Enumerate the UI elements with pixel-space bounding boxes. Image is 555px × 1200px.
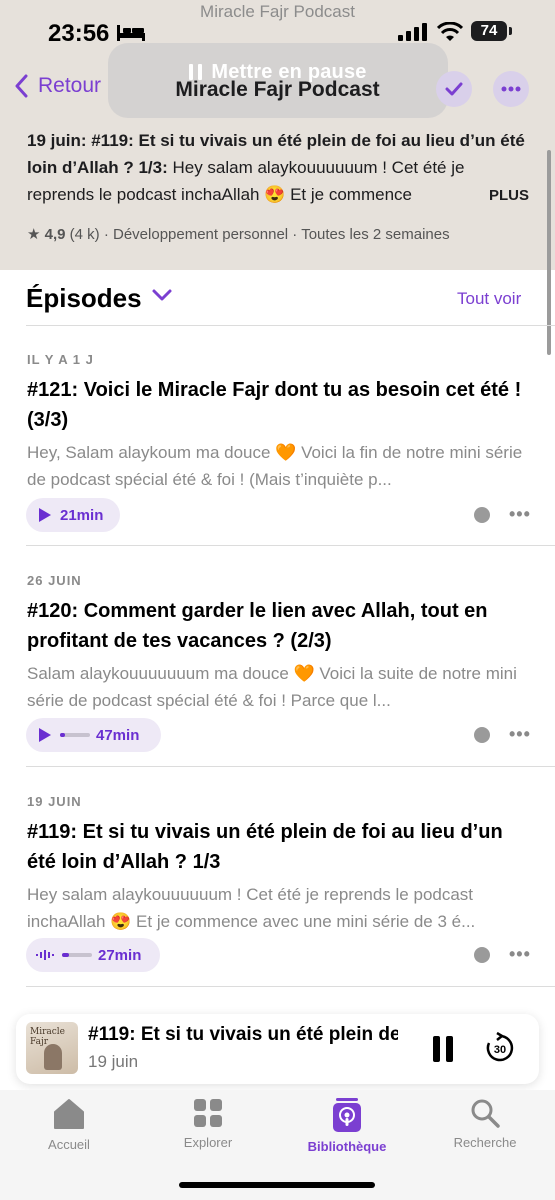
tab-label: Bibliothèque [307, 1139, 387, 1154]
skip-forward-30-icon[interactable]: 30 [484, 1032, 516, 1064]
episode-duration: 47min [96, 726, 140, 744]
tab-explore[interactable]: Explorer [153, 1098, 263, 1150]
episode-title[interactable]: #119: Et si tu vivais un été plein de fo… [27, 817, 532, 877]
chevron-down-icon[interactable] [151, 288, 173, 302]
wifi-icon [437, 22, 463, 41]
episode-date: 19 JUIN [27, 794, 82, 809]
episode-title[interactable]: #120: Comment garder le lien avec Allah,… [27, 596, 532, 656]
divider [26, 986, 555, 987]
tab-label: Accueil [48, 1137, 90, 1152]
rating-value: 4,9 [44, 226, 66, 243]
subscribed-button[interactable] [436, 71, 472, 107]
cellular-signal-icon [398, 23, 427, 41]
home-indicator[interactable] [179, 1182, 375, 1188]
episode-title[interactable]: #121: Voici le Miracle Fajr dont tu as b… [27, 375, 532, 435]
home-icon [54, 1099, 84, 1129]
battery-nub [509, 27, 512, 35]
tab-label: Explorer [183, 1135, 233, 1150]
ellipsis-icon [501, 86, 521, 92]
play-icon [39, 508, 51, 522]
now-playing-pill[interactable]: 27min [26, 938, 160, 972]
grid-icon [194, 1099, 222, 1127]
pause-icon[interactable] [432, 1036, 454, 1062]
mini-player-title[interactable]: #119: Et si tu vivais un été plein de fo [88, 1024, 398, 1046]
tab-library[interactable]: Bibliothèque [292, 1098, 402, 1154]
search-icon [471, 1099, 500, 1128]
episode-date: IL Y A 1 J [27, 352, 94, 367]
download-icon[interactable] [474, 727, 490, 743]
battery-indicator: 74 [471, 21, 507, 41]
divider [26, 545, 555, 546]
svg-text:30: 30 [494, 1044, 506, 1056]
episode-date: 26 JUIN [27, 573, 82, 588]
progress-bar [60, 733, 90, 737]
app-hint: Miracle Fajr Podcast [200, 2, 355, 21]
show-description[interactable]: 19 juin: #119: Et si tu vivais un été pl… [27, 127, 532, 208]
checkmark-icon [445, 82, 463, 96]
waveform-icon [36, 950, 54, 960]
rating-count: (4 k) [69, 226, 100, 243]
library-icon [333, 1098, 361, 1132]
episode-description: Salam alaykouuuuuuum ma douce 🧡 Voici la… [27, 664, 517, 710]
status-time: 23:56 [48, 20, 110, 47]
episode-description: Hey salam alaykouuuuuum ! Cet été je rep… [27, 885, 476, 931]
progress-bar [62, 953, 92, 957]
episode-item[interactable]: IL Y A 1 J #121: Voici le Miracle Fajr d… [27, 352, 532, 493]
star-icon: ★ [27, 226, 41, 243]
episode-duration: 21min [60, 506, 104, 524]
more-description-button[interactable]: PLUS [489, 187, 529, 204]
episode-more-button[interactable]: ••• [509, 504, 531, 525]
tab-home[interactable]: Accueil [14, 1098, 124, 1152]
mini-player[interactable]: Miracle Fajr #119: Et si tu vivais un ét… [16, 1014, 539, 1084]
progress-fill [62, 953, 69, 957]
see-all-link[interactable]: Tout voir [457, 289, 521, 309]
frequency: Toutes les 2 semaines [301, 226, 450, 243]
category-link[interactable]: Développement personnel [113, 226, 288, 243]
progress-fill [60, 733, 65, 737]
episode-duration: 27min [98, 946, 142, 964]
episode-more-button[interactable]: ••• [509, 724, 531, 745]
episode-item[interactable]: 26 JUIN #120: Comment garder le lien ave… [27, 573, 532, 714]
download-icon[interactable] [474, 507, 490, 523]
play-episode-button[interactable]: 21min [26, 498, 120, 532]
show-meta: ★ 4,9 (4 k) · Développement personnel · … [27, 226, 450, 243]
divider [26, 766, 555, 767]
artwork-figure [44, 1044, 62, 1070]
tab-search[interactable]: Recherche [430, 1098, 540, 1150]
episodes-section-title[interactable]: Épisodes [26, 283, 142, 314]
more-options-button[interactable] [493, 71, 529, 107]
episode-item[interactable]: 19 JUIN #119: Et si tu vivais un été ple… [27, 794, 532, 935]
play-episode-button[interactable]: 47min [26, 718, 161, 752]
play-icon [39, 728, 51, 742]
episode-more-button[interactable]: ••• [509, 944, 531, 965]
sleep-mode-icon [117, 25, 145, 41]
download-icon[interactable] [474, 947, 490, 963]
divider [26, 325, 555, 326]
episode-description: Hey, Salam alaykoum ma douce 🧡 Voici la … [27, 443, 523, 489]
podcast-artwork: Miracle Fajr [26, 1022, 78, 1074]
tab-label: Recherche [453, 1135, 517, 1150]
mini-player-date: 19 juin [88, 1052, 139, 1071]
